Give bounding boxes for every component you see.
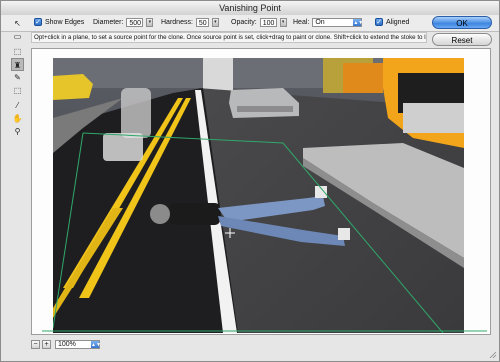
- diameter-label: Diameter:: [93, 19, 124, 26]
- heal-option: Heal: On ▲▼: [293, 18, 364, 27]
- heal-label: Heal:: [293, 19, 310, 26]
- brush-icon: ✎: [14, 73, 21, 82]
- plane-edges-overlay: [42, 330, 487, 332]
- transform-tool[interactable]: ⬚: [11, 84, 24, 97]
- zoom-select[interactable]: 100% ▲▼: [55, 340, 101, 349]
- aligned-option[interactable]: ✓ Aligned: [375, 18, 409, 26]
- aligned-checkbox[interactable]: ✓: [375, 18, 383, 26]
- aligned-label: Aligned: [386, 18, 410, 26]
- hint-text: Opt+click in a plane, to set a source po…: [31, 32, 427, 43]
- marquee-tool[interactable]: ⬚: [11, 45, 24, 58]
- edit-plane-tool[interactable]: ↖: [11, 17, 24, 30]
- diameter-option: Diameter: 500 ▾: [93, 18, 154, 27]
- diameter-field[interactable]: 500: [126, 18, 144, 27]
- window-title: Vanishing Point: [1, 1, 499, 16]
- zoom-tool[interactable]: ⚲: [11, 125, 24, 138]
- reset-button[interactable]: Reset: [432, 33, 492, 46]
- options-bar: ✓ Show Edges Diameter: 500 ▾ Hardness: 5…: [1, 15, 499, 32]
- hardness-label: Hardness:: [161, 19, 193, 26]
- status-bar: − + 100% ▲▼: [31, 339, 491, 351]
- hardness-option: Hardness: 50 ▾: [161, 18, 219, 27]
- show-edges-checkbox[interactable]: ✓: [34, 18, 42, 26]
- ok-button[interactable]: OK: [432, 16, 492, 29]
- diameter-stepper[interactable]: ▾: [146, 18, 154, 27]
- transform-icon: ⬚: [13, 86, 22, 95]
- vanishing-point-dialog: Vanishing Point ✓ Show Edges Diameter: 5…: [0, 0, 500, 362]
- zoom-in-button[interactable]: +: [42, 340, 51, 349]
- hardness-stepper[interactable]: ▾: [211, 18, 219, 27]
- opacity-field[interactable]: 100: [259, 18, 277, 27]
- plane-icon: ▭: [13, 32, 22, 41]
- hardness-field[interactable]: 50: [195, 18, 209, 27]
- show-edges-label: Show Edges: [45, 18, 85, 26]
- chevron-down-icon: ▲▼: [91, 341, 101, 348]
- zoom-out-button[interactable]: −: [31, 340, 40, 349]
- hand-icon: ✋: [12, 114, 23, 123]
- eyedropper-tool[interactable]: ⁄: [11, 99, 24, 112]
- show-edges-option[interactable]: ✓ Show Edges: [34, 18, 84, 26]
- stamp-tool[interactable]: ♜: [11, 58, 24, 71]
- toolbox: ↖ ▭ ⬚ ♜ ✎ ⬚ ⁄ ✋ ⚲: [11, 15, 25, 140]
- arrow-icon: ↖: [14, 19, 21, 28]
- magnifier-icon: ⚲: [14, 127, 21, 136]
- hand-tool[interactable]: ✋: [11, 112, 24, 125]
- opacity-label: Opacity:: [231, 19, 257, 26]
- marquee-icon: ⬚: [13, 47, 22, 56]
- create-plane-tool[interactable]: ▭: [11, 30, 24, 43]
- opacity-stepper[interactable]: ▾: [279, 18, 287, 27]
- heal-select-value: On: [315, 19, 325, 26]
- chevron-down-icon: ▲▼: [353, 19, 364, 26]
- zoom-value: 100%: [58, 341, 76, 348]
- preview-canvas[interactable]: [31, 48, 491, 335]
- eyedropper-icon: ⁄: [16, 101, 19, 110]
- opacity-option: Opacity: 100 ▾: [231, 18, 287, 27]
- stamp-icon: ♜: [13, 61, 22, 70]
- brush-tool[interactable]: ✎: [11, 71, 24, 84]
- heal-select[interactable]: On ▲▼: [312, 18, 364, 27]
- resize-grip-icon[interactable]: [489, 351, 497, 359]
